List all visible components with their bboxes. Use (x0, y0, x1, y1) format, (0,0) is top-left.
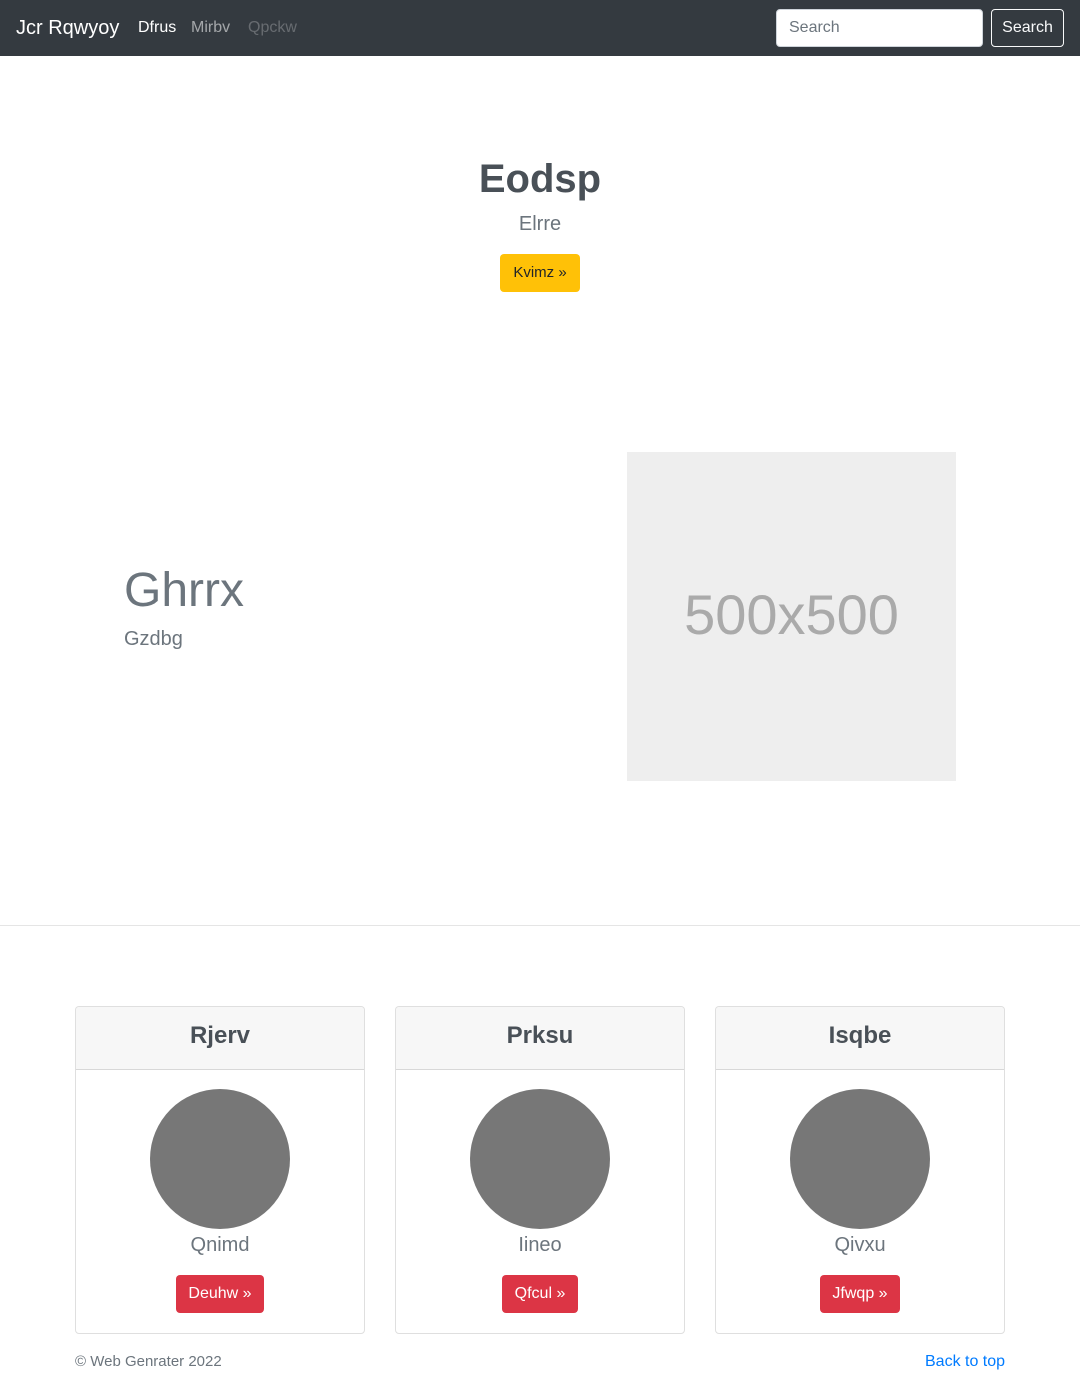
card-title: Prksu (396, 1007, 684, 1070)
hero-title: Eodsp (478, 157, 602, 201)
nav-link-dfrus[interactable]: Dfrus (138, 18, 176, 38)
card: Prksu Iineo Qfcul » (395, 1006, 685, 1334)
footer-copyright: © Web Genrater 2022 (75, 1353, 222, 1370)
navbar-brand[interactable]: Jcr Rqwyoy (16, 15, 119, 41)
card-title: Rjerv (76, 1007, 364, 1070)
card: Rjerv Qnimd Deuhw » (75, 1006, 365, 1334)
card-button[interactable]: Qfcul » (502, 1275, 578, 1313)
avatar (470, 1089, 610, 1229)
navbar: Jcr Rqwyoy Dfrus Mirbv Qpckw Search (0, 0, 1080, 56)
card-name: Qivxu (834, 1234, 886, 1256)
card-button[interactable]: Deuhw » (176, 1275, 264, 1313)
feature-heading: Ghrrx (124, 564, 244, 617)
card-name: Iineo (518, 1234, 562, 1256)
back-to-top-link[interactable]: Back to top (925, 1353, 1005, 1371)
card-button[interactable]: Jfwqp » (820, 1275, 900, 1313)
card-name: Qnimd (190, 1234, 250, 1256)
placeholder-image-label: 500x500 (684, 583, 899, 646)
avatar (790, 1089, 930, 1229)
section-divider (0, 925, 1080, 926)
feature-subheading: Gzdbg (124, 628, 183, 650)
card-title: Isqbe (716, 1007, 1004, 1070)
nav-link-mirbv[interactable]: Mirbv (191, 18, 230, 38)
card: Isqbe Qivxu Jfwqp » (715, 1006, 1005, 1334)
hero-cta-button[interactable]: Kvimz » (500, 254, 580, 292)
feature-placeholder-image: 500x500 (627, 452, 956, 781)
search-input[interactable] (776, 9, 983, 47)
hero-subtitle: Elrre (518, 213, 562, 235)
avatar (150, 1089, 290, 1229)
nav-link-qpckw[interactable]: Qpckw (248, 18, 297, 38)
search-button[interactable]: Search (991, 9, 1064, 47)
